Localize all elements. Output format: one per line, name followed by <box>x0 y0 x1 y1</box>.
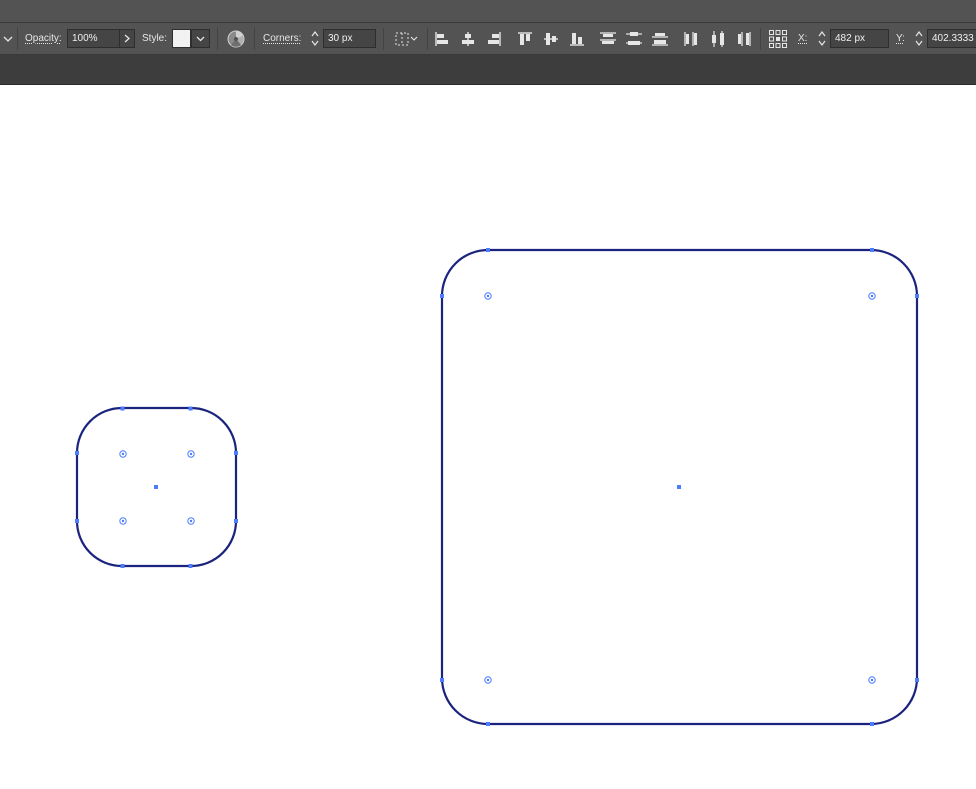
divider <box>217 28 218 50</box>
x-field[interactable]: 482 px <box>830 29 889 48</box>
x-stepper[interactable] <box>816 28 828 49</box>
reference-point-icon <box>769 30 787 48</box>
opacity-slider-button[interactable] <box>119 29 135 48</box>
previous-dropdown-button[interactable] <box>0 29 16 48</box>
corners-field[interactable]: 30 px <box>323 29 376 48</box>
horizontal-align-center-button[interactable] <box>457 28 479 50</box>
corners-stepper[interactable] <box>309 28 321 49</box>
divider <box>760 28 761 50</box>
distribute-bottom-icon <box>652 33 668 46</box>
stepper-arrows-icon <box>311 31 319 46</box>
chevron-right-icon <box>124 34 130 43</box>
divider <box>254 28 255 50</box>
artboard-canvas[interactable] <box>0 85 976 784</box>
x-label[interactable]: X: <box>798 33 807 45</box>
align-top-icon <box>518 32 532 45</box>
divider <box>427 28 428 50</box>
artwork <box>75 248 919 726</box>
reference-point-button[interactable] <box>767 28 789 50</box>
large-rounded-square[interactable] <box>440 248 919 726</box>
graphic-style-swatch[interactable] <box>172 29 191 48</box>
opacity-field[interactable]: 100% <box>67 29 120 48</box>
distribute-top-icon <box>600 32 616 44</box>
small-rounded-square[interactable] <box>75 406 238 569</box>
y-stepper[interactable] <box>913 28 925 49</box>
distribute-horizontal-center-icon <box>712 31 724 47</box>
align-vertical-center-icon <box>544 33 558 45</box>
align-to-selection-icon <box>395 32 418 46</box>
chevron-down-icon <box>196 36 205 42</box>
chevron-down-icon <box>3 36 13 42</box>
divider <box>17 28 18 50</box>
distribute-vertical-center-icon <box>626 32 642 45</box>
y-label[interactable]: Y: <box>896 33 905 45</box>
horizontal-align-right-button[interactable] <box>483 28 505 50</box>
stepper-arrows-icon <box>915 31 923 46</box>
recolor-artwork-button[interactable] <box>225 28 247 50</box>
vertical-align-bottom-button[interactable] <box>566 28 588 50</box>
stepper-arrows-icon <box>818 31 826 46</box>
align-to-dropdown[interactable] <box>392 28 420 50</box>
align-horizontal-center-icon <box>462 32 474 46</box>
document-tab-strip <box>0 55 976 85</box>
opacity-label[interactable]: Opacity: <box>25 33 62 45</box>
horizontal-align-left-button[interactable] <box>431 28 453 50</box>
align-left-icon <box>435 32 448 46</box>
horizontal-distribute-center-button[interactable] <box>707 28 729 50</box>
divider <box>383 28 384 50</box>
color-wheel-icon <box>227 30 245 48</box>
control-bar: Opacity: 100% Style: Corners: 30 px X: 4… <box>0 22 976 55</box>
corners-label[interactable]: Corners: <box>263 33 301 45</box>
horizontal-distribute-right-button[interactable] <box>733 28 755 50</box>
style-dropdown-button[interactable] <box>191 29 210 48</box>
align-bottom-icon <box>570 33 584 46</box>
y-field[interactable]: 402.3333 px <box>927 29 976 48</box>
menu-strip <box>0 0 976 22</box>
center-point <box>154 485 158 489</box>
vertical-distribute-top-button[interactable] <box>597 28 619 50</box>
center-point <box>677 485 681 489</box>
vertical-align-center-button[interactable] <box>540 28 562 50</box>
style-label: Style: <box>142 33 168 44</box>
horizontal-distribute-left-button[interactable] <box>681 28 703 50</box>
align-right-icon <box>488 32 501 46</box>
large-anchor-points <box>440 248 919 726</box>
distribute-left-icon <box>684 32 697 46</box>
vertical-align-top-button[interactable] <box>514 28 536 50</box>
small-anchor-points <box>75 406 238 568</box>
vertical-distribute-bottom-button[interactable] <box>649 28 671 50</box>
vertical-distribute-center-button[interactable] <box>623 28 645 50</box>
distribute-right-icon <box>738 32 751 46</box>
